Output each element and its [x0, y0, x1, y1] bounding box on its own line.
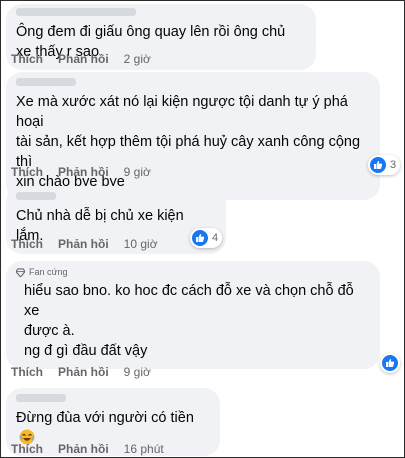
- like-link[interactable]: Thích: [11, 237, 43, 251]
- reply-link[interactable]: Phản hồi: [58, 52, 109, 66]
- comment-time[interactable]: 9 giờ: [124, 165, 151, 179]
- reaction-count[interactable]: 3: [368, 155, 401, 175]
- reaction-number: 4: [212, 232, 219, 244]
- comment-text: hiểu sao bno. ko hoc đc cách đỗ xe và ch…: [24, 283, 354, 359]
- reaction-count[interactable]: [380, 353, 400, 373]
- comment-bubble: Fan cứng hiểu sao bno. ko hoc đc cách đỗ…: [6, 261, 380, 369]
- comment-actions: Thích Phản hồi 9 giờ: [11, 165, 151, 179]
- comment-actions: Thích Phản hồi 10 giờ: [11, 237, 158, 251]
- comment-time[interactable]: 2 giờ: [124, 52, 151, 66]
- comment-time[interactable]: 16 phút: [124, 442, 164, 456]
- badge-label: Fan cứng: [29, 267, 68, 277]
- reply-link[interactable]: Phản hồi: [58, 442, 109, 456]
- reply-link[interactable]: Phản hồi: [58, 165, 109, 179]
- comment-actions: Thích Phản hồi 9 giờ: [11, 365, 151, 379]
- like-link[interactable]: Thích: [11, 52, 43, 66]
- comment-time[interactable]: 10 giờ: [124, 237, 158, 251]
- thumbs-up-icon: [192, 230, 208, 246]
- comment-time[interactable]: 9 giờ: [124, 365, 151, 379]
- reaction-number: 3: [390, 159, 397, 171]
- top-fan-badge: Fan cứng: [16, 266, 368, 278]
- author-name-blurred[interactable]: [16, 78, 368, 88]
- comment-actions: Thích Phản hồi 2 giờ: [11, 52, 151, 66]
- like-link[interactable]: Thích: [11, 442, 43, 456]
- comment-bubble: Xe mà xước xát nó lại kiện ngược tội dan…: [6, 72, 380, 200]
- like-link[interactable]: Thích: [11, 365, 43, 379]
- diamond-icon: [16, 267, 25, 277]
- reply-link[interactable]: Phản hồi: [58, 365, 109, 379]
- thumbs-up-icon: [382, 355, 398, 371]
- comment-actions: Thích Phản hồi 16 phút: [11, 442, 164, 456]
- thumbs-up-icon: [370, 157, 386, 173]
- author-name-blurred[interactable]: [16, 394, 208, 404]
- author-name-blurred[interactable]: [16, 192, 214, 202]
- comment-text-value: Đừng đùa với người có tiền: [16, 410, 194, 426]
- reaction-count[interactable]: 4: [190, 228, 223, 248]
- like-link[interactable]: Thích: [11, 165, 43, 179]
- reply-link[interactable]: Phản hồi: [58, 237, 109, 251]
- author-name-blurred[interactable]: [16, 8, 304, 18]
